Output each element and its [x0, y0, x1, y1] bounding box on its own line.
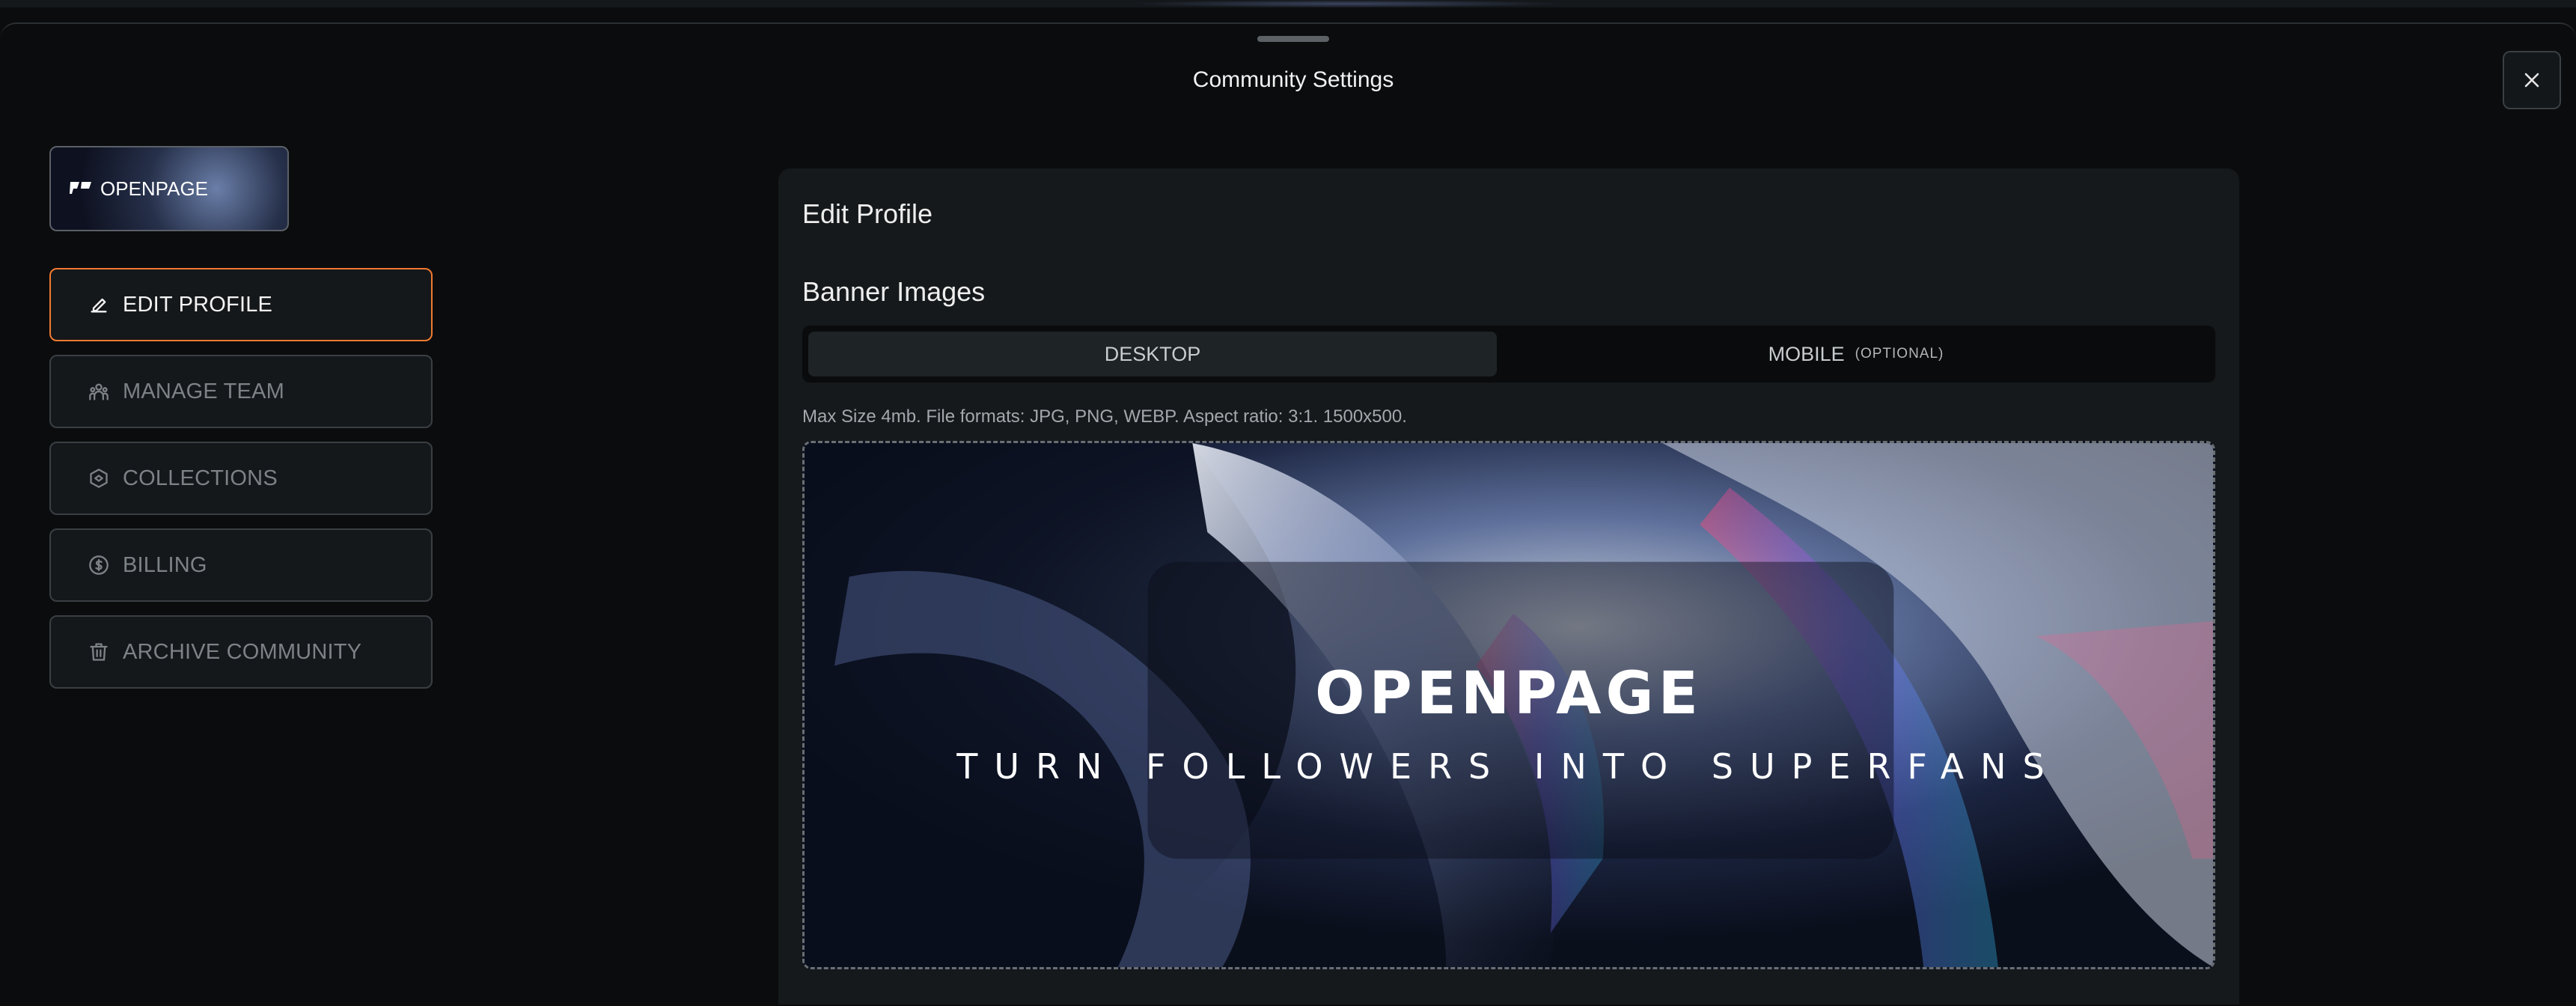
upload-hint: Max Size 4mb. File formats: JPG, PNG, WE… — [802, 406, 1407, 427]
sidebar-item-manage-team[interactable]: MANAGE TEAM — [49, 355, 433, 428]
sidebar-item-label: ARCHIVE COMMUNITY — [123, 639, 362, 664]
thumbnail-logo-text: OPENPAGE — [100, 177, 209, 200]
openpage-logo-icon — [70, 182, 91, 194]
thumbnail-logo: OPENPAGE — [69, 177, 208, 201]
banner-tagline: TURN FOLLOWERS INTO SUPERFANS — [956, 746, 2061, 787]
sidebar-item-collections[interactable]: COLLECTIONS — [49, 442, 433, 515]
sheet-grab-handle[interactable] — [1257, 36, 1329, 42]
dollar-icon — [88, 555, 109, 576]
team-icon — [88, 381, 109, 402]
banner-brand-text: OPENPAGE — [1315, 660, 1703, 728]
panel-title: Edit Profile — [802, 198, 933, 229]
sidebar-item-archive-community[interactable]: ARCHIVE COMMUNITY — [49, 615, 433, 689]
collections-icon — [88, 468, 109, 489]
banner-device-toggle: DESKTOP MOBILE (OPTIONAL) — [802, 326, 2215, 382]
sidebar-item-edit-profile[interactable]: EDIT PROFILE — [49, 268, 433, 341]
tab-mobile-label: MOBILE — [1768, 342, 1845, 365]
trash-icon — [88, 641, 109, 662]
sidebar-item-label: COLLECTIONS — [123, 466, 278, 490]
sidebar-item-label: MANAGE TEAM — [123, 379, 284, 403]
modal-title: Community Settings — [1192, 67, 1394, 92]
edit-profile-panel: Edit Profile Banner Images DESKTOP MOBIL… — [778, 168, 2239, 1005]
tab-desktop[interactable]: DESKTOP — [808, 332, 1497, 377]
community-thumbnail: OPENPAGE — [49, 146, 289, 231]
window-top-bar — [0, 0, 2576, 7]
tab-mobile-optional-note: (OPTIONAL) — [1855, 346, 1944, 362]
tab-mobile[interactable]: MOBILE (OPTIONAL) — [1503, 332, 2209, 377]
sidebar-item-billing[interactable]: BILLING — [49, 528, 433, 602]
banner-images-heading: Banner Images — [802, 276, 986, 307]
banner-upload-dropzone[interactable]: OPENPAGE TURN FOLLOWERS INTO SUPERFANS — [802, 441, 2215, 969]
sidebar-item-label: EDIT PROFILE — [123, 292, 273, 317]
close-button[interactable] — [2503, 51, 2561, 109]
tab-desktop-label: DESKTOP — [1104, 342, 1201, 365]
close-icon — [2524, 73, 2539, 88]
pencil-icon — [88, 294, 109, 315]
sidebar-item-label: BILLING — [123, 552, 207, 577]
